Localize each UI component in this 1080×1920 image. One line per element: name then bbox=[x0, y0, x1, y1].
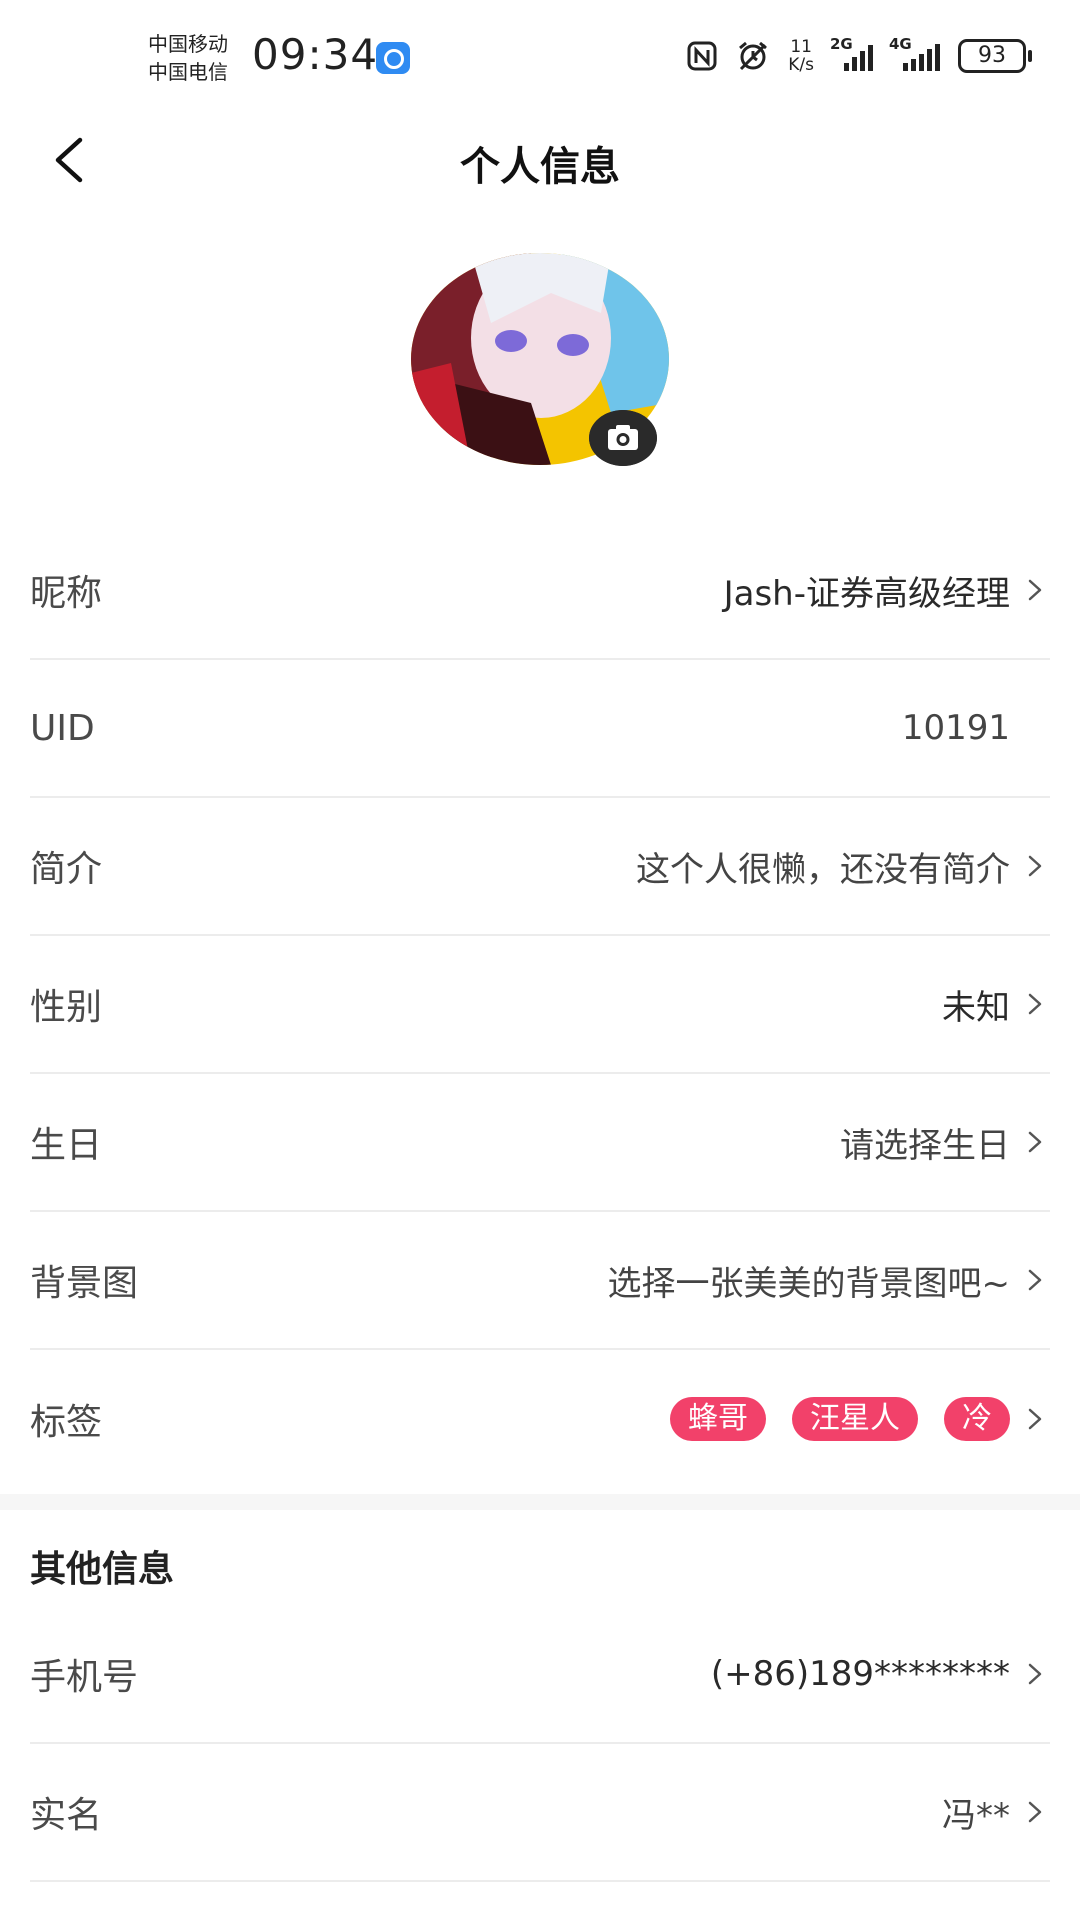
signal-icon: 4G bbox=[889, 35, 940, 71]
battery-level: 93 bbox=[958, 39, 1026, 73]
row-value: Jash-证券高级经理 bbox=[723, 573, 1010, 614]
row-value: 选择一张美美的背景图吧~ bbox=[607, 1263, 1011, 1304]
net-speed-value: 11 bbox=[790, 37, 812, 57]
chevron-right-icon bbox=[1028, 1269, 1042, 1291]
app-notification-icon bbox=[376, 42, 410, 74]
chevron-right-icon bbox=[1028, 1131, 1042, 1153]
nickname-row[interactable]: 昵称 Jash-证券高级经理 bbox=[30, 522, 1050, 660]
row-label: UID bbox=[30, 707, 95, 749]
row-value: 未知 bbox=[942, 987, 1010, 1028]
battery-icon: 93 bbox=[958, 39, 1032, 73]
row-label: 生日 bbox=[30, 1125, 103, 1166]
status-time: 09:34 bbox=[252, 30, 379, 79]
status-icons: 11 K/s 2G 4G 93 bbox=[686, 35, 1032, 76]
net-speed: 11 K/s bbox=[788, 38, 814, 74]
carrier-2: 中国电信 bbox=[148, 60, 228, 84]
carrier-names: 中国移动 中国电信 bbox=[148, 30, 228, 86]
carrier-1: 中国移动 bbox=[148, 32, 228, 56]
tag-chip: 蜂哥 bbox=[670, 1397, 766, 1441]
tag-chip: 汪星人 bbox=[792, 1397, 918, 1441]
row-label: 性别 bbox=[30, 987, 103, 1028]
chevron-right-icon bbox=[1028, 1801, 1042, 1823]
section-title: 其他信息 bbox=[30, 1549, 175, 1590]
phone-row[interactable]: 手机号 (+86)189******** bbox=[30, 1606, 1050, 1744]
status-bar: 中国移动 中国电信 09:34 11 K/s 2G 4G 93 bbox=[0, 0, 1080, 110]
row-value: 这个人很懒，还没有简介 bbox=[636, 849, 1010, 890]
row-value: 冯** bbox=[942, 1795, 1010, 1836]
chevron-right-icon bbox=[1028, 993, 1042, 1015]
row-label: 简介 bbox=[30, 849, 103, 890]
tags-row[interactable]: 标签 蜂哥 汪星人 冷 bbox=[30, 1350, 1050, 1488]
row-value: 请选择生日 bbox=[840, 1125, 1010, 1166]
row-label: 实名 bbox=[30, 1795, 103, 1836]
row-value: 10191 bbox=[901, 708, 1010, 748]
row-label: 背景图 bbox=[30, 1263, 139, 1304]
birthday-row[interactable]: 生日 请选择生日 bbox=[30, 1074, 1050, 1212]
section-divider bbox=[0, 1494, 1080, 1510]
row-label: 昵称 bbox=[30, 573, 103, 614]
page-title: 个人信息 bbox=[460, 144, 620, 190]
row-label: 手机号 bbox=[30, 1657, 139, 1698]
chevron-right-icon bbox=[1028, 1663, 1042, 1685]
alarm-icon bbox=[739, 41, 768, 71]
row-value: (+86)189******** bbox=[710, 1654, 1010, 1694]
gender-row[interactable]: 性别 未知 bbox=[30, 936, 1050, 1074]
signal-1-gen: 2G bbox=[830, 35, 853, 53]
chevron-right-icon bbox=[1028, 579, 1042, 601]
camera-icon[interactable] bbox=[589, 410, 657, 466]
uid-row: UID 10191 bbox=[30, 660, 1050, 798]
signal-2-gen: 4G bbox=[889, 35, 912, 53]
background-row[interactable]: 背景图 选择一张美美的背景图吧~ bbox=[30, 1212, 1050, 1350]
chevron-right-icon bbox=[1028, 855, 1042, 877]
bio-row[interactable]: 简介 这个人很懒，还没有简介 bbox=[30, 798, 1050, 936]
row-label: 标签 bbox=[30, 1402, 103, 1443]
top-bar: 个人信息 bbox=[0, 110, 1080, 210]
nfc-icon bbox=[687, 41, 717, 71]
tag-chip: 冷 bbox=[944, 1397, 1010, 1441]
net-speed-unit: K/s bbox=[788, 55, 814, 75]
signal-icon: 2G bbox=[830, 35, 873, 71]
chevron-right-icon bbox=[1028, 1408, 1042, 1430]
realname-row[interactable]: 实名 冯** bbox=[30, 1744, 1050, 1882]
